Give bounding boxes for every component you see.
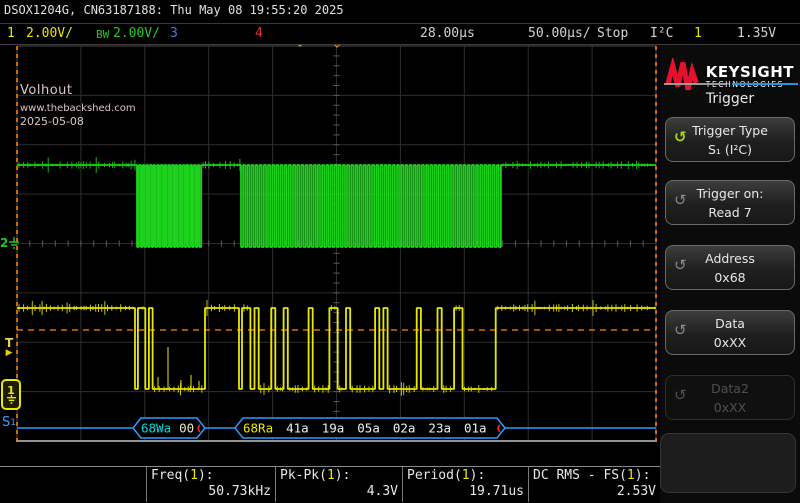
ch1-ground-marker[interactable]: 1 [1, 379, 21, 410]
instrument-title: DSOX1204G, CN63187188: Thu May 08 19:55:… [4, 3, 344, 17]
ch1-scale[interactable]: 2.00V/ [26, 26, 73, 41]
rotate-knob-icon: ↺ [674, 189, 687, 212]
rotate-knob-icon: ↺ [674, 254, 687, 277]
ch1-number[interactable]: 1 [7, 26, 15, 41]
trigger-arrow-icon: ▶ [6, 348, 13, 358]
divider-blue [732, 83, 798, 85]
horizontal-delay[interactable]: 28.00µs [420, 26, 475, 41]
measurement-value: 50.73kHz [151, 484, 271, 499]
softkey-address[interactable]: ↺ Address 0x68 [665, 245, 795, 290]
annotation-url: www.thebackshed.com [20, 103, 136, 115]
status-toolbar: 1 2.00V/ BW 2.00V/ 3 4 28.00µs 50.00µs/ … [0, 25, 800, 44]
serial-bus-marker[interactable]: S1 [2, 415, 16, 430]
softkey-trigger-type[interactable]: ↺ Trigger Type S₁ (I²C) [665, 117, 795, 162]
decode-frame-text: 68Wa00 [141, 421, 194, 436]
softkey-data[interactable]: ↺ Data 0xXX [665, 310, 795, 355]
measurement-bar: Freq(1): 50.73kHz Pk-Pk(1): 4.3V Period(… [0, 466, 661, 503]
softkey-data2: ↺ Data2 0xXX [665, 375, 795, 420]
run-state[interactable]: Stop [597, 26, 628, 41]
softkey-empty-slot [660, 433, 796, 493]
ground-icon [8, 237, 20, 250]
ch2-ground-marker[interactable]: 2 [0, 236, 20, 250]
ch3-number[interactable]: 3 [170, 26, 178, 41]
divider-gray [664, 83, 726, 85]
measurement-period[interactable]: Period(1): 19.71us [402, 467, 530, 502]
ch4-number[interactable]: 4 [255, 26, 263, 41]
screen-annotation: Volhout www.thebackshed.com 2025-05-08 [20, 84, 136, 129]
titlebar-separator [0, 23, 800, 24]
trigger-level[interactable]: 1.35V [737, 26, 776, 41]
measurement-value: 19.71us [407, 484, 524, 499]
rotate-knob-icon: ↺ [674, 384, 687, 407]
ground-icon [6, 395, 17, 404]
annotation-author: Volhout [20, 84, 136, 99]
softkey-trigger-on[interactable]: ↺ Trigger on: Read 7 [665, 180, 795, 225]
measurement-dcrms[interactable]: DC RMS - FS(1): 2.53V [528, 467, 662, 502]
menu-title: Trigger [660, 91, 800, 107]
measurement-value: 4.3V [280, 484, 398, 499]
trigger-level-marker[interactable]: T ▶ [5, 338, 13, 358]
measurement-value: 2.53V [533, 484, 656, 499]
rotate-knob-icon: ↺ [674, 126, 687, 149]
measurement-freq[interactable]: Freq(1): 50.73kHz [146, 467, 277, 502]
ch2-bw-badge: BW [96, 28, 109, 41]
trigger-type-indicator[interactable]: I²C [650, 26, 673, 41]
annotation-date: 2025-05-08 [20, 116, 136, 129]
ch2-scale[interactable]: 2.00V/ [113, 26, 160, 41]
timebase[interactable]: 50.00µs/ [528, 26, 591, 41]
trigger-source[interactable]: 1 [694, 26, 702, 41]
measurement-pkpk[interactable]: Pk-Pk(1): 4.3V [275, 467, 404, 502]
oscilloscope-screen: DSOX1204G, CN63187188: Thu May 08 19:55:… [0, 0, 800, 503]
rotate-knob-icon: ↺ [674, 319, 687, 342]
titlebar: DSOX1204G, CN63187188: Thu May 08 19:55:… [4, 3, 796, 22]
brand-name: KEYSIGHT [706, 65, 794, 80]
scl-trace-ch2 [17, 165, 656, 247]
sda-spikes [158, 347, 199, 389]
